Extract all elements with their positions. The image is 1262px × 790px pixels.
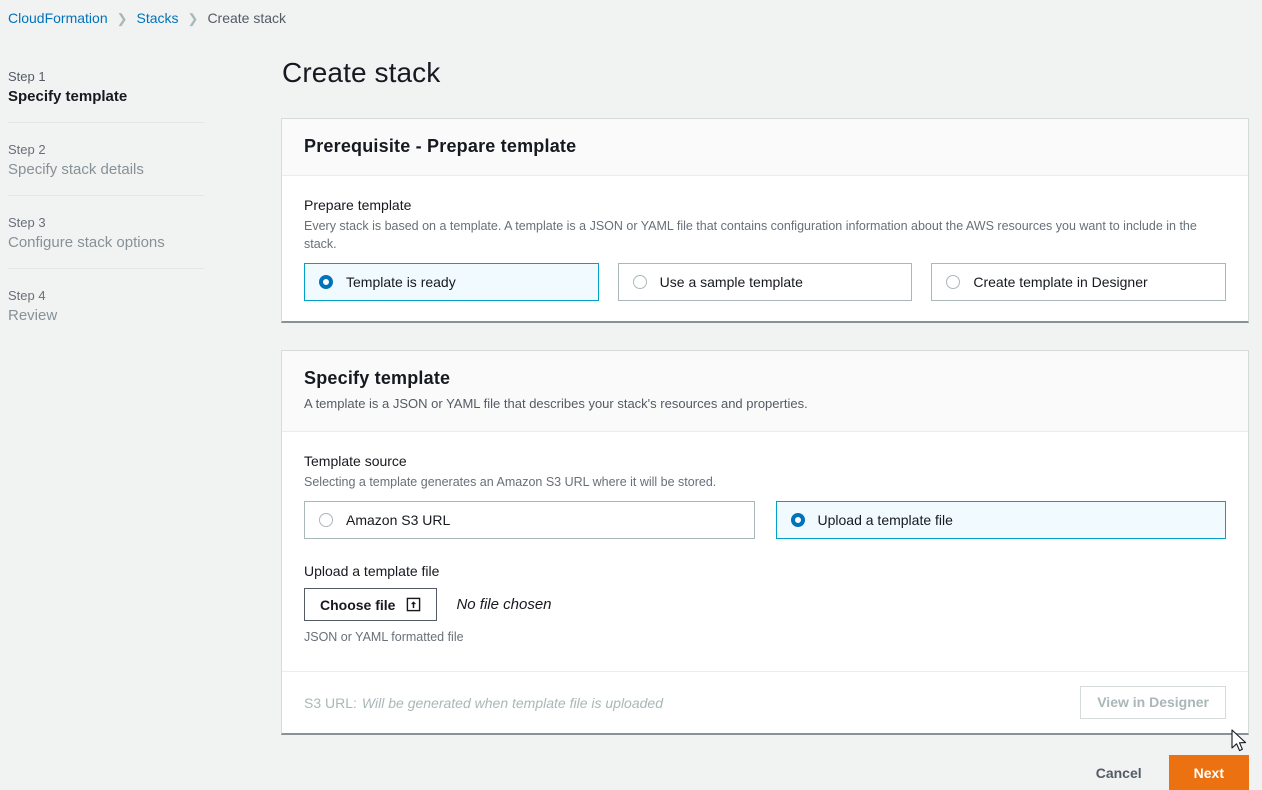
radio-tile-upload-a-template-file-label: Upload a template file — [817, 512, 953, 528]
next-button[interactable]: Next — [1168, 755, 1249, 790]
sidebar-divider — [8, 195, 204, 196]
view-in-designer-button[interactable]: View in Designer — [1080, 686, 1226, 719]
breadcrumb-item-cloudformation[interactable]: CloudFormation — [8, 10, 108, 26]
sidebar-step-1[interactable]: Step 1 Specify template — [0, 60, 212, 122]
s3-url-footer: S3 URL: Will be generated when template f… — [282, 671, 1248, 733]
sidebar-step-1-label: Specify template — [8, 88, 128, 105]
breadcrumb-item-create-stack: Create stack — [207, 10, 287, 26]
prepare-template-description: Every stack is based on a template. A te… — [304, 219, 1197, 251]
sidebar-step-1-number: Step 1 — [8, 69, 46, 84]
radio-icon-unselected — [632, 275, 647, 289]
sidebar-step-4-number: Step 4 — [8, 288, 46, 303]
sidebar-step-3-label: Configure stack options — [8, 234, 165, 251]
specify-template-card-description: A template is a JSON or YAML file that d… — [304, 396, 808, 411]
radio-tile-template-is-ready-label: Template is ready — [346, 274, 456, 290]
sidebar-step-3[interactable]: Step 3 Configure stack options — [0, 206, 212, 268]
file-input-row: Choose file No file chosen — [304, 588, 1226, 621]
radio-tile-create-template-in-designer-label: Create template in Designer — [973, 274, 1148, 290]
breadcrumb-separator-icon: ❯ — [187, 10, 199, 26]
radio-tile-template-is-ready[interactable]: Template is ready — [304, 263, 599, 301]
template-source-radio-group: Amazon S3 URL Upload a template file — [304, 501, 1226, 539]
page-title: Create stack — [282, 57, 441, 88]
sidebar-divider — [8, 122, 204, 123]
specify-template-card-body: Template source Selecting a template gen… — [282, 432, 1248, 733]
specify-template-card: Specify template A template is a JSON or… — [281, 350, 1249, 735]
choose-file-button-label: Choose file — [320, 596, 396, 613]
breadcrumb: CloudFormation ❯ Stacks ❯ Create stack — [8, 10, 286, 26]
main-content: Create stack Prerequisite - Prepare temp… — [281, 55, 1249, 790]
upload-template-file-label: Upload a template file — [304, 563, 440, 579]
radio-tile-upload-a-template-file[interactable]: Upload a template file — [775, 501, 1226, 539]
prepare-template-radio-group: Template is ready Use a sample template … — [304, 263, 1227, 301]
template-source-label: Template source — [304, 453, 407, 469]
prepare-template-label: Prepare template — [304, 197, 412, 213]
prerequisite-card-body: Prepare template Every stack is based on… — [282, 176, 1248, 321]
template-source-description: Selecting a template generates an Amazon… — [304, 475, 717, 489]
prerequisite-card: Prerequisite - Prepare template Prepare … — [281, 118, 1249, 323]
prerequisite-card-header: Prerequisite - Prepare template — [282, 119, 1248, 176]
sidebar-step-4[interactable]: Step 4 Review — [0, 279, 212, 341]
sidebar-step-4-label: Review — [8, 307, 58, 324]
breadcrumb-item-stacks[interactable]: Stacks — [137, 10, 179, 26]
upload-icon — [406, 597, 421, 612]
radio-tile-amazon-s3-url-label: Amazon S3 URL — [346, 512, 451, 528]
radio-icon-selected — [319, 275, 333, 289]
sidebar-step-2[interactable]: Step 2 Specify stack details — [0, 133, 212, 195]
sidebar-step-2-number: Step 2 — [8, 142, 46, 157]
breadcrumb-separator-icon: ❯ — [116, 10, 128, 26]
sidebar-divider — [8, 268, 204, 269]
s3-url-label: S3 URL: — [304, 694, 357, 711]
specify-template-card-header: Specify template A template is a JSON or… — [282, 351, 1248, 432]
radio-icon-selected — [790, 513, 805, 527]
sidebar-step-3-number: Step 3 — [8, 215, 46, 230]
radio-tile-use-a-sample-template[interactable]: Use a sample template — [617, 263, 913, 301]
cancel-button[interactable]: Cancel — [1082, 756, 1156, 790]
s3-url-row: S3 URL: Will be generated when template f… — [304, 695, 663, 711]
radio-tile-amazon-s3-url[interactable]: Amazon S3 URL — [304, 501, 755, 539]
sidebar-step-2-label: Specify stack details — [8, 161, 144, 178]
radio-icon-unselected — [319, 513, 333, 527]
no-file-chosen-text: No file chosen — [456, 596, 552, 613]
specify-template-card-title: Specify template — [304, 368, 451, 388]
radio-icon-unselected — [946, 275, 961, 289]
upload-file-hint: JSON or YAML formatted file — [304, 630, 464, 644]
wizard-actions: Cancel Next — [281, 755, 1249, 790]
wizard-steps-sidebar: Step 1 Specify template Step 2 Specify s… — [0, 60, 212, 341]
radio-tile-use-a-sample-template-label: Use a sample template — [659, 274, 803, 290]
choose-file-button[interactable]: Choose file — [304, 588, 438, 621]
upload-template-file-block: Upload a template file Choose file No fi… — [304, 561, 1226, 646]
s3-url-value: Will be generated when template file is … — [361, 694, 663, 711]
prerequisite-card-title: Prerequisite - Prepare template — [304, 136, 577, 156]
radio-tile-create-template-in-designer[interactable]: Create template in Designer — [931, 263, 1227, 301]
